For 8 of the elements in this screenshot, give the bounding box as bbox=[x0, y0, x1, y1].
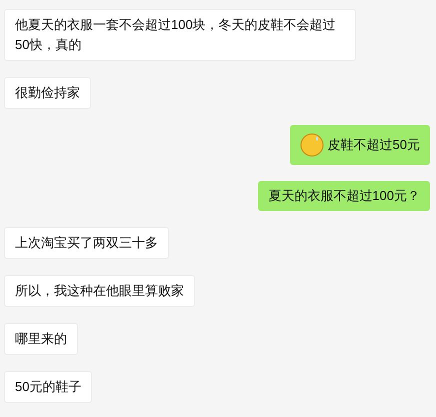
received-message: 他夏天的衣服一套不会超过100块，冬天的皮鞋不会超过50快，真的 bbox=[4, 9, 356, 61]
message-text: 皮鞋不超过50元 bbox=[328, 136, 420, 154]
received-message: 所以，我这种在他眼里算败家 bbox=[4, 275, 195, 307]
received-message: 哪里来的 bbox=[4, 323, 78, 355]
received-message: 50元的鞋子 bbox=[4, 371, 92, 403]
received-message: 很勤俭持家 bbox=[4, 77, 91, 109]
received-message: 上次淘宝买了两双三十多 bbox=[4, 227, 169, 259]
sent-message: 夏天的衣服不超过100元？ bbox=[258, 181, 430, 211]
